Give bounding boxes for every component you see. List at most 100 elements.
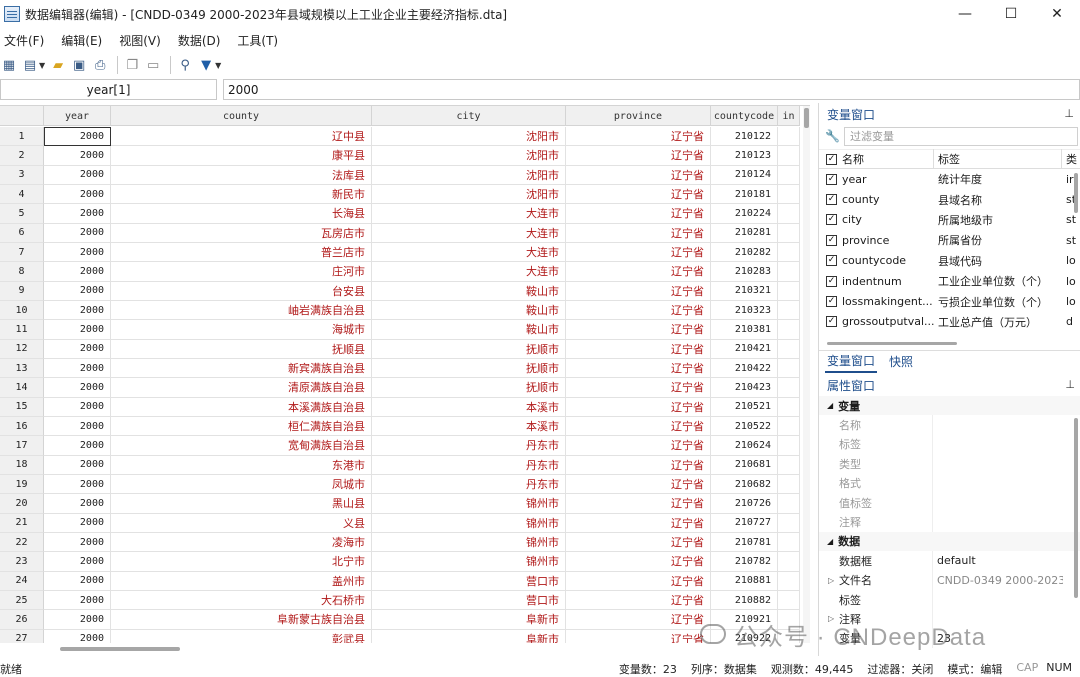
- header-label[interactable]: 标签: [934, 149, 1062, 169]
- cell-countycode[interactable]: 210123: [711, 146, 778, 166]
- cell-year[interactable]: 2000: [44, 397, 111, 417]
- cell-city[interactable]: 锦州市: [372, 552, 566, 572]
- cell-province[interactable]: 辽宁省: [566, 146, 711, 166]
- cell-year[interactable]: 2000: [44, 552, 111, 572]
- cell-city[interactable]: 锦州市: [372, 513, 566, 533]
- cell-county[interactable]: 黑山县: [111, 494, 372, 514]
- cell-countycode[interactable]: 210624: [711, 436, 778, 456]
- cell-year[interactable]: 2000: [44, 127, 111, 147]
- cell-city[interactable]: 阜新市: [372, 629, 566, 643]
- cell-countycode[interactable]: 210421: [711, 339, 778, 359]
- cell-province[interactable]: 辽宁省: [566, 378, 711, 398]
- cell-county[interactable]: 康平县: [111, 146, 372, 166]
- cell-year[interactable]: 2000: [44, 358, 111, 379]
- cell-province[interactable]: 辽宁省: [566, 590, 711, 611]
- filter-icon[interactable]: ▼: [197, 56, 215, 74]
- cell-year[interactable]: 2000: [44, 513, 111, 533]
- cell-countycode[interactable]: 210782: [711, 552, 778, 572]
- property-row[interactable]: 格式: [819, 473, 1080, 493]
- cell-county[interactable]: 辽中县: [111, 127, 372, 147]
- cell-city[interactable]: 营口市: [372, 590, 566, 611]
- cell-province[interactable]: 辽宁省: [566, 281, 711, 301]
- cell-city[interactable]: 鞍山市: [372, 300, 566, 321]
- cell-year[interactable]: 2000: [44, 262, 111, 282]
- cell-province[interactable]: 辽宁省: [566, 474, 711, 495]
- variable-row[interactable]: ✓ indentnum 工业企业单位数（个） lo: [819, 271, 1080, 291]
- cell-city[interactable]: 沈阳市: [372, 165, 566, 185]
- cell-year[interactable]: 2000: [44, 184, 111, 205]
- cell-city[interactable]: 本溪市: [372, 416, 566, 437]
- chevron-down-icon[interactable]: ▼: [39, 61, 45, 70]
- cell-city[interactable]: 丹东市: [372, 474, 566, 495]
- cell-year[interactable]: 2000: [44, 629, 111, 643]
- cell-indentnum[interactable]: [778, 146, 800, 166]
- cell-city[interactable]: 营口市: [372, 571, 566, 591]
- cell-county[interactable]: 岫岩满族自治县: [111, 300, 372, 321]
- cell-city[interactable]: 丹东市: [372, 455, 566, 475]
- cell-province[interactable]: 辽宁省: [566, 262, 711, 282]
- cell-province[interactable]: 辽宁省: [566, 320, 711, 340]
- cell-province[interactable]: 辽宁省: [566, 436, 711, 456]
- filter-variables-input[interactable]: 过滤变量: [843, 126, 1078, 146]
- group-data[interactable]: ◢ 数据: [819, 531, 1080, 552]
- cell-indentnum[interactable]: [778, 494, 800, 514]
- cell-indentnum[interactable]: [778, 281, 800, 301]
- cell-province[interactable]: 辽宁省: [566, 127, 711, 147]
- search-icon[interactable]: ⚲: [176, 56, 194, 74]
- cell-city[interactable]: 阜新市: [372, 610, 566, 630]
- tab-snapshots[interactable]: 快照: [887, 351, 915, 372]
- cell-indentnum[interactable]: [778, 204, 800, 224]
- column-header-countycode[interactable]: countycode: [711, 106, 778, 126]
- cell-year[interactable]: 2000: [44, 474, 111, 495]
- cell-city[interactable]: 大连市: [372, 242, 566, 263]
- cell-indentnum[interactable]: [778, 552, 800, 572]
- horizontal-scrollbar[interactable]: [0, 644, 810, 654]
- cell-countycode[interactable]: 210727: [711, 513, 778, 533]
- maximize-button[interactable]: ☐: [988, 0, 1034, 28]
- cell-province[interactable]: 辽宁省: [566, 629, 711, 643]
- cell-year[interactable]: 2000: [44, 146, 111, 166]
- cell-year[interactable]: 2000: [44, 590, 111, 611]
- cell-indentnum[interactable]: [778, 436, 800, 456]
- pin-icon[interactable]: ⊥: [1064, 107, 1074, 120]
- save-icon[interactable]: ▣: [70, 56, 88, 74]
- cell-city[interactable]: 鞍山市: [372, 281, 566, 301]
- cell-countycode[interactable]: 210282: [711, 242, 778, 263]
- cell-indentnum[interactable]: [778, 532, 800, 553]
- cell-indentnum[interactable]: [778, 242, 800, 263]
- group-variable[interactable]: ◢ 变量: [819, 396, 1080, 416]
- cell-province[interactable]: 辽宁省: [566, 358, 711, 379]
- menu-tools[interactable]: 工具(T): [237, 32, 278, 49]
- property-row[interactable]: 标签: [819, 434, 1080, 455]
- variable-checkbox[interactable]: ✓: [826, 214, 837, 226]
- cell-county[interactable]: 新民市: [111, 184, 372, 205]
- variable-row[interactable]: ✓ lossmakingent... 亏损企业单位数（个） lo: [819, 291, 1080, 311]
- cell-countycode[interactable]: 210882: [711, 590, 778, 611]
- cell-province[interactable]: 辽宁省: [566, 242, 711, 263]
- cell-province[interactable]: 辽宁省: [566, 397, 711, 417]
- variable-row[interactable]: ✓ countycode 县域代码 lo: [819, 251, 1080, 271]
- cell-countycode[interactable]: 210682: [711, 474, 778, 495]
- cell-province[interactable]: 辽宁省: [566, 494, 711, 514]
- print-icon[interactable]: ⎙: [91, 56, 109, 74]
- cell-city[interactable]: 锦州市: [372, 494, 566, 514]
- cell-indentnum[interactable]: [778, 165, 800, 185]
- cell-year[interactable]: 2000: [44, 320, 111, 340]
- menu-view[interactable]: 视图(V): [119, 32, 161, 49]
- cell-city[interactable]: 大连市: [372, 262, 566, 282]
- variable-row[interactable]: ✓ grossoutputval... 工业总产值（万元） d: [819, 312, 1080, 332]
- cell-indentnum[interactable]: [778, 320, 800, 340]
- cell-province[interactable]: 辽宁省: [566, 571, 711, 591]
- cell-indentnum[interactable]: [778, 358, 800, 379]
- variable-row[interactable]: ✓ city 所属地级市 st: [819, 210, 1080, 230]
- column-header-year[interactable]: year: [44, 106, 111, 126]
- cell-year[interactable]: 2000: [44, 204, 111, 224]
- cell-county[interactable]: 北宁市: [111, 552, 372, 572]
- cell-indentnum[interactable]: [778, 339, 800, 359]
- cell-year[interactable]: 2000: [44, 300, 111, 321]
- cell-year[interactable]: 2000: [44, 494, 111, 514]
- tab-variables[interactable]: 变量窗口: [825, 350, 878, 373]
- cell-indentnum[interactable]: [778, 127, 800, 147]
- cell-value-input[interactable]: 2000: [223, 79, 1080, 100]
- cell-countycode[interactable]: 210423: [711, 378, 778, 398]
